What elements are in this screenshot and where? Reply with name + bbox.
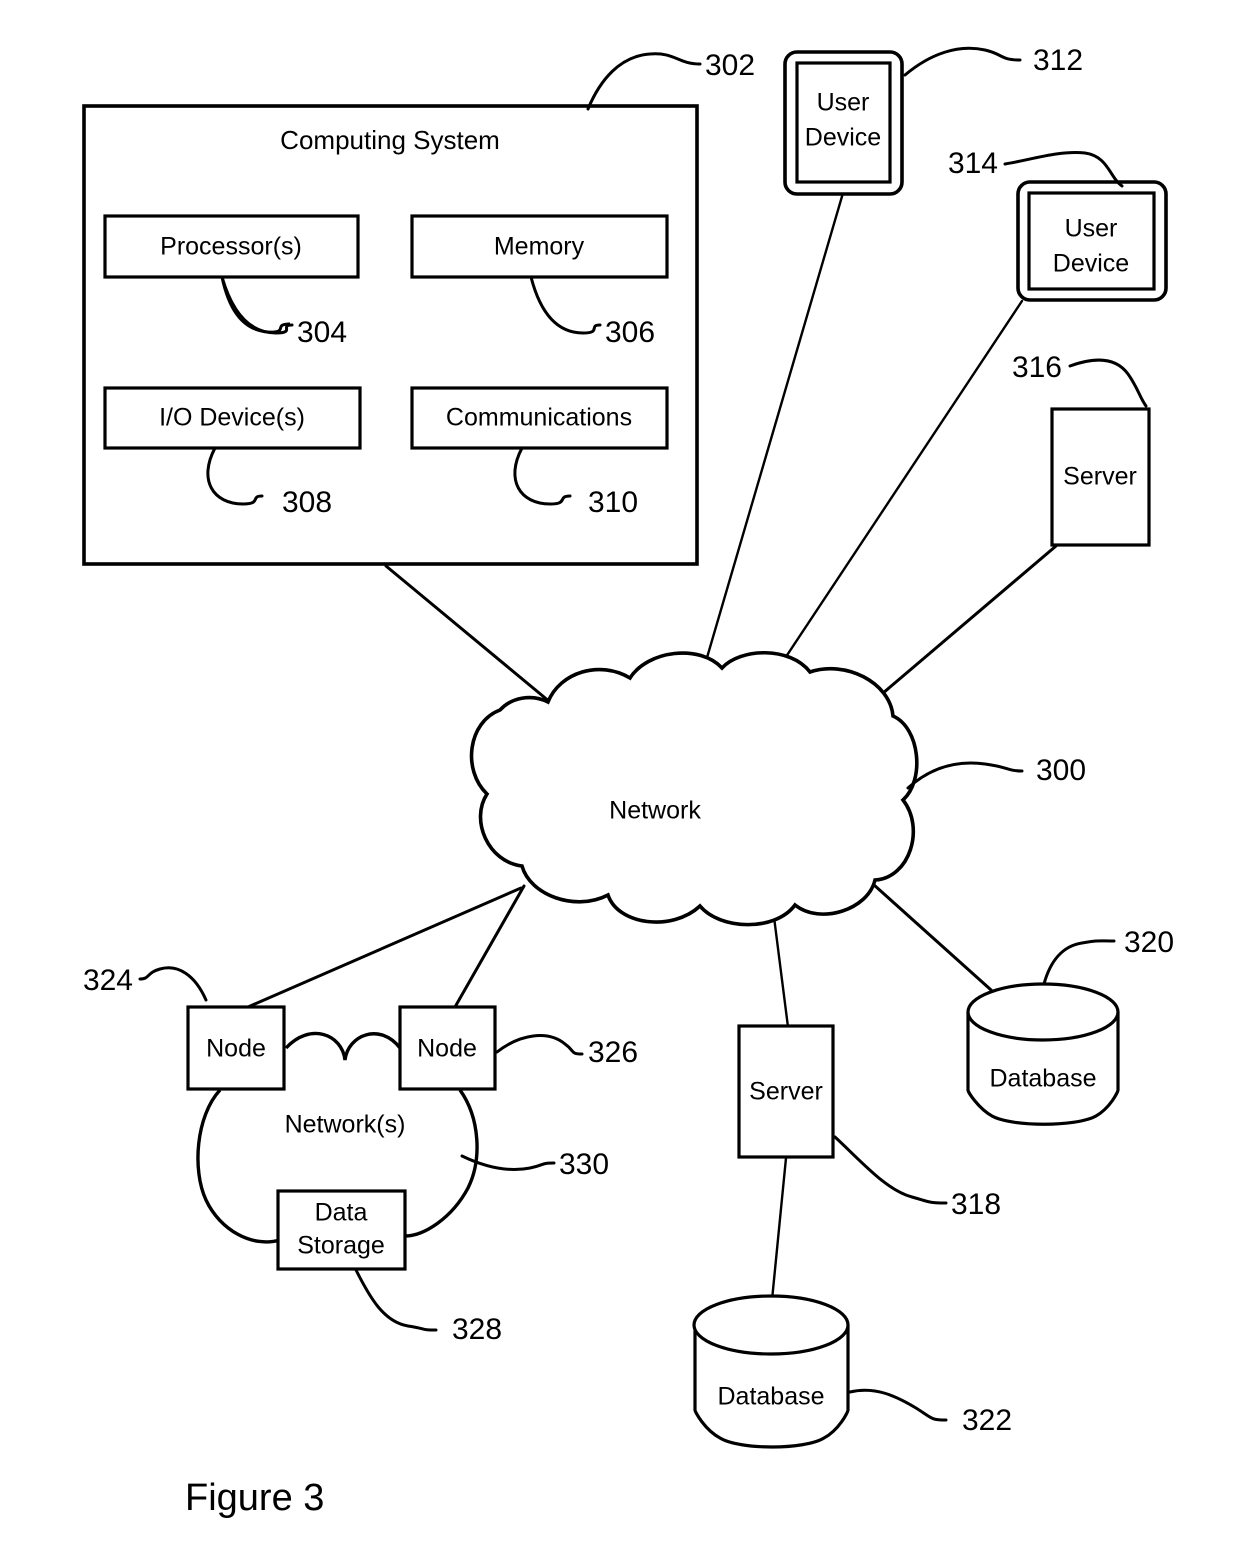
- ref-312: 312: [1033, 44, 1083, 77]
- database-320-group: Database 320: [966, 926, 1174, 1126]
- ref-322: 322: [962, 1404, 1012, 1437]
- leader-line-302: [586, 52, 702, 111]
- ref-308: 308: [282, 486, 332, 519]
- computing-system-group: Computing System Processor(s) 304 Memory…: [82, 49, 755, 566]
- io-devices-label: I/O Device(s): [159, 404, 305, 432]
- user-device-312-group: User Device 312: [783, 44, 1083, 196]
- ref-328: 328: [452, 1313, 502, 1346]
- node-326-label: Node: [417, 1035, 477, 1063]
- leader-line-322: [848, 1388, 948, 1422]
- ref-324: 324: [83, 964, 133, 997]
- network-label: Network: [609, 797, 701, 825]
- link-user-device-314-to-network: [746, 299, 1024, 716]
- database-322-group: Database 322: [692, 1294, 1012, 1449]
- link-server-318-to-database-322: [770, 1156, 788, 1302]
- ref-306: 306: [605, 316, 655, 349]
- server-316-label: Server: [1063, 463, 1137, 491]
- computing-system-title: Computing System: [280, 125, 500, 155]
- link-server-316-to-network: [854, 544, 1058, 718]
- data-storage-label-line1: Data: [315, 1199, 368, 1227]
- leader-line-300: [906, 761, 1024, 790]
- leader-line-320: [1042, 939, 1116, 986]
- ref-300: 300: [1036, 754, 1086, 787]
- link-network-to-node-324: [246, 886, 523, 1009]
- leader-line-318: [833, 1135, 948, 1205]
- ref-316: 316: [1012, 351, 1062, 384]
- ref-320: 320: [1124, 926, 1174, 959]
- user-device-314-label-line1: User: [1065, 215, 1118, 243]
- processors-label: Processor(s): [160, 233, 302, 261]
- database-322-label: Database: [717, 1383, 824, 1411]
- leader-line-328: [354, 1268, 438, 1332]
- database-320-label: Database: [989, 1065, 1096, 1093]
- subcloud-arc-left: [196, 1088, 281, 1244]
- database-320-top-ellipse: [966, 982, 1120, 1042]
- ref-314: 314: [948, 147, 998, 180]
- link-user-device-312-to-network: [692, 191, 845, 704]
- user-device-314-label-line2: Device: [1053, 250, 1129, 278]
- node-324-label: Node: [206, 1035, 266, 1063]
- leader-line-324: [138, 966, 208, 1002]
- leader-line-326: [495, 1034, 584, 1056]
- figure-caption: Figure 3: [185, 1477, 324, 1519]
- server-318-label: Server: [749, 1078, 823, 1106]
- link-computing-system-to-network: [384, 564, 552, 704]
- link-network-to-node-326: [453, 884, 526, 1009]
- patent-figure-3: Computing System Processor(s) 304 Memory…: [0, 0, 1240, 1558]
- memory-label: Memory: [494, 233, 585, 261]
- data-storage-label-line2: Storage: [297, 1232, 385, 1260]
- link-network-to-server-318: [772, 915, 790, 1029]
- ref-326: 326: [588, 1036, 638, 1069]
- ref-302: 302: [705, 49, 755, 82]
- ref-310: 310: [588, 486, 638, 519]
- leader-line-312: [903, 46, 1022, 77]
- ref-304: 304: [297, 316, 347, 349]
- user-device-312-label-line2: Device: [805, 124, 881, 152]
- communications-label: Communications: [446, 404, 632, 432]
- server-318-group: Server 318: [737, 1024, 1001, 1221]
- database-322-top-ellipse: [692, 1294, 850, 1356]
- sub-network-label: Network(s): [285, 1111, 406, 1139]
- ref-330: 330: [559, 1148, 609, 1181]
- user-device-312-screen: [795, 61, 892, 184]
- leader-line-316: [1068, 358, 1148, 408]
- user-device-312-label-line1: User: [817, 89, 870, 117]
- user-device-314-group: User Device 314: [948, 147, 1168, 302]
- network-cloud-group: Network 300: [469, 651, 1086, 927]
- ref-318: 318: [951, 1188, 1001, 1221]
- network-architecture-diagram: Computing System Processor(s) 304 Memory…: [82, 44, 1174, 1519]
- server-316-group: Server 316: [1012, 351, 1151, 547]
- link-network-to-database-320: [862, 874, 1002, 1000]
- subcloud-arc-right: [404, 1089, 479, 1238]
- sub-network-group: Network(s) Node 324 Node 326 Data Storag…: [83, 964, 638, 1346]
- subcloud-arc-between-nodes: [284, 1031, 402, 1061]
